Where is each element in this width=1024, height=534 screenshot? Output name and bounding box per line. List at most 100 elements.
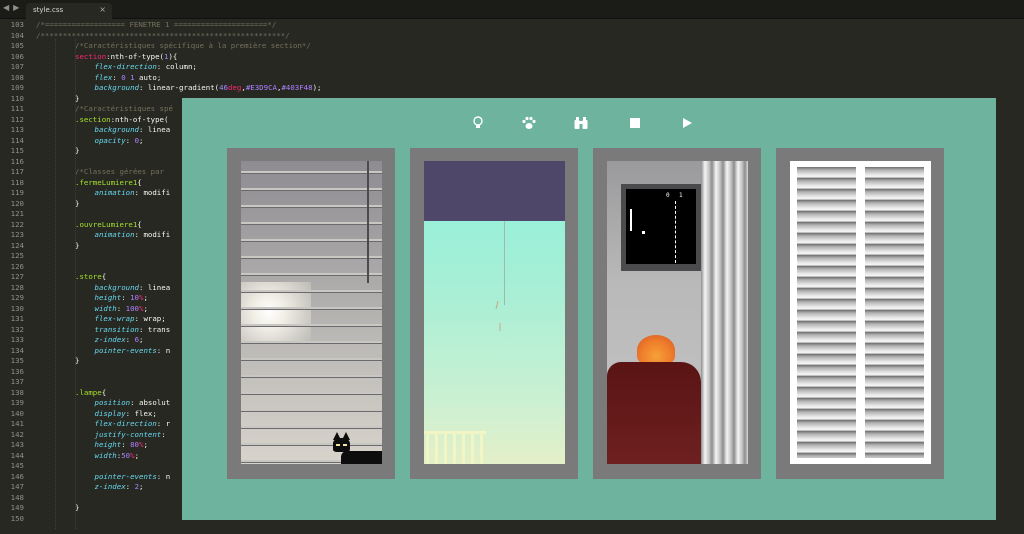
lightbulb-icon[interactable] [470,115,486,131]
code-line: animation: modifi [95,188,171,199]
code-line: position: absolut [95,398,171,409]
line-number: 125 [10,251,24,260]
code-token: 100 [125,303,140,313]
code-token: ; [143,440,148,449]
code-token: flex-wrap [94,314,135,323]
line-number: 141 [10,419,24,428]
code-token: : [161,429,171,439]
code-line: background: linea [95,283,171,294]
code-token: position [94,398,131,407]
tab-back-icon[interactable]: ◀ [3,3,9,13]
code-line: .store{ [75,272,106,283]
line-number-gutter: 103 104 105 106 107 108 109 110 111 112 113 114 115 1… [0,19,28,534]
code-token: ); [312,83,322,92]
code-token: 80 [130,440,140,449]
line-number: 108 [10,72,24,82]
code-token: { [101,272,107,281]
code-token: #E3D9CA [245,83,277,92]
paw-icon[interactable] [521,115,537,131]
code-line: background: linear-gradient(46deg,#E3D9C… [95,83,322,94]
line-number: 132 [10,324,24,334]
code-token: ; [134,450,140,460]
line-number: 143 [10,440,24,449]
code-token: : [125,135,135,145]
code-token: section [75,51,107,61]
blind-slat [241,239,382,241]
mobile-string [504,221,505,305]
blind-slat [241,324,382,326]
code-token: r [165,419,171,428]
window-dawn-crib[interactable] [410,148,578,479]
code-line: /*Caractéristiques spécifique à la premi… [75,41,311,52]
line-number: 149 [10,503,24,512]
code-token: ; [143,293,148,302]
line-number: 136 [10,366,24,376]
tab-close-icon[interactable]: × [99,5,106,14]
line-number: 146 [10,471,24,481]
code-token: z-index [94,482,126,491]
code-token: auto [134,72,157,82]
line-number: 127 [10,272,24,281]
code-token: ; [139,135,144,145]
tv-screen: 0 1 [626,189,696,264]
code-line: height: 10%; [95,293,148,304]
cat-eye-left [336,444,340,446]
code-token: .store [75,272,102,281]
code-token: 46 [219,83,229,92]
line-number: 145 [10,461,24,470]
crib-bar [471,433,474,464]
pong-score-right: 1 [679,192,683,199]
code-token: :nth-of-type( [110,114,169,124]
code-token: #403F48 [281,83,313,92]
code-token: : [116,303,126,313]
code-token: ; [139,482,144,491]
window-blinds-cat[interactable] [227,148,395,479]
crib-bar [453,433,456,464]
code-token: { [137,177,142,187]
code-line: .fermeLumiere1{ [75,178,142,189]
line-number: 150 [10,513,24,523]
line-number: 113 [10,125,24,134]
code-token: background [94,125,140,134]
code-token: : [139,324,148,334]
line-number: 106 [10,51,24,61]
code-line: opacity: 0; [95,136,144,147]
line-number: 131 [10,314,24,323]
code-token: flex-direction [94,419,157,428]
code-line: width: 100%; [95,304,148,315]
code-line: animation: modifi [95,230,171,241]
code-token: 10 [130,293,140,302]
code-token: height [94,440,122,449]
window-shutters[interactable] [776,148,944,479]
code-token: ; [156,72,162,82]
line-number: 117 [10,167,24,176]
code-token: ){ [168,51,178,61]
code-token: width [94,450,117,460]
code-token: : [156,345,166,355]
tab-style-css[interactable]: style.css × [26,3,112,19]
stop-icon[interactable] [627,115,643,131]
line-number: 109 [10,83,24,92]
code-token: ; [192,62,197,71]
line-number: 139 [10,398,24,407]
code-token: 50 [121,450,131,460]
code-token: : [121,440,131,449]
play-icon[interactable] [679,115,695,131]
code-token: flex [94,72,113,82]
code-token: flex-direction [94,62,157,71]
tab-forward-icon[interactable]: ▶ [13,3,19,13]
television: 0 1 [621,184,701,271]
code-token: modifi [143,230,171,239]
curtain [701,161,748,464]
code-token: pointer-events [94,345,157,355]
blind-slat [241,307,382,309]
code-token: linea [147,125,171,134]
code-token: : [121,293,131,302]
window-tv-armchair[interactable]: 0 1 [593,148,761,479]
code-line: z-index: 6; [95,335,144,346]
code-token: animation [94,230,135,239]
blind-slat [241,409,382,411]
cat-body [341,451,382,464]
binoculars-icon[interactable] [573,115,589,131]
shutter-left [797,167,856,458]
